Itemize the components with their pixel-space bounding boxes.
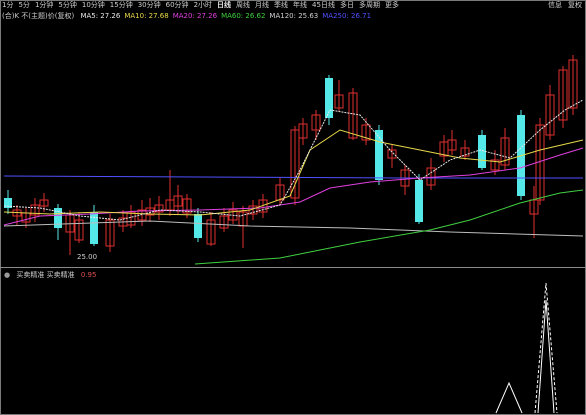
indicator-title: 买卖精准 买卖精准: [16, 271, 75, 279]
indicator-value: 0.95: [80, 271, 97, 279]
indicator-spike: [537, 299, 555, 414]
candle-body: [194, 214, 202, 238]
ma10-line: [3, 129, 584, 216]
candle-body: [415, 180, 423, 222]
panel-separator: [0, 267, 586, 268]
indicator-legend: ● 买卖精准 买卖精准 0.95: [4, 270, 100, 280]
kline-chart[interactable]: [0, 0, 586, 415]
indicator-dot-icon: ●: [4, 271, 11, 279]
ma250-line: [3, 175, 583, 179]
low-price-label: 25.00: [77, 253, 98, 261]
indicator-spike: [495, 381, 523, 414]
